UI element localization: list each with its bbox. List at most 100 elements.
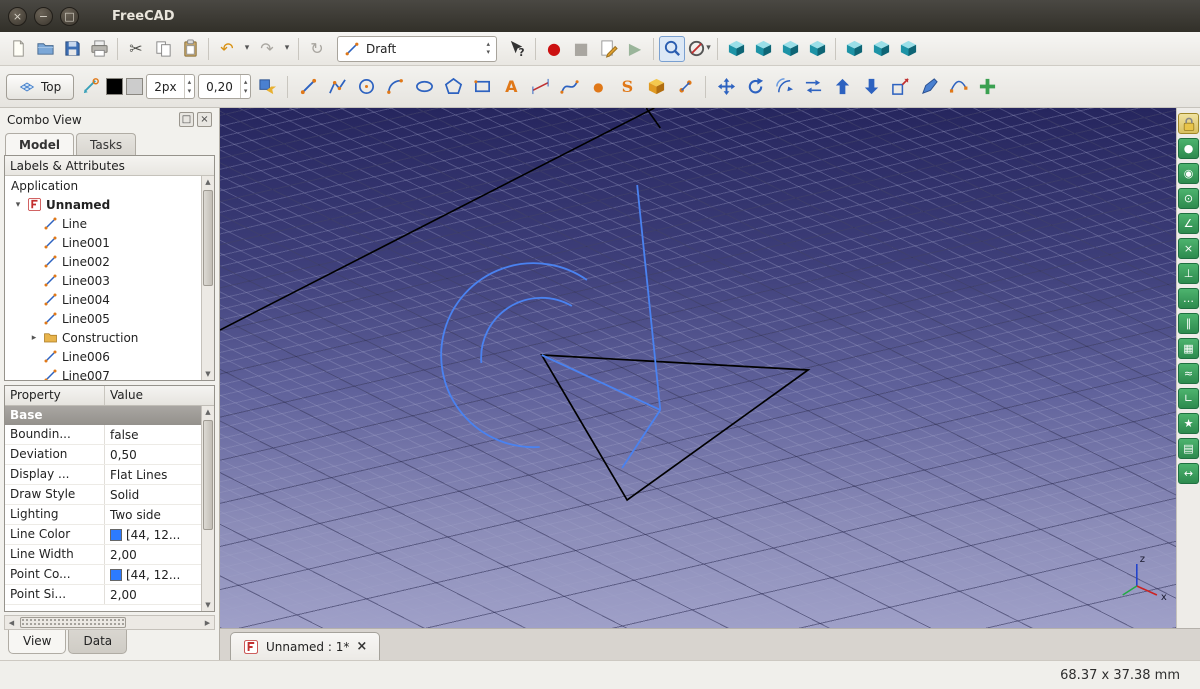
- document-tab[interactable]: Unnamed : 1* ×: [230, 632, 380, 660]
- draft-edit-button[interactable]: [916, 74, 942, 100]
- tree-item-line[interactable]: Line: [5, 214, 214, 233]
- snap-ortho-button[interactable]: ∟: [1178, 388, 1199, 409]
- tab-view[interactable]: View: [8, 630, 66, 654]
- snap-grid-button[interactable]: ▦: [1178, 338, 1199, 359]
- working-plane-button[interactable]: Top: [6, 74, 74, 100]
- snap-parallel-button[interactable]: ∥: [1178, 313, 1199, 334]
- save-button[interactable]: [59, 36, 85, 62]
- color-swatch[interactable]: [110, 529, 122, 541]
- sketch-line-lower[interactable]: [622, 410, 660, 468]
- snap-extension-button[interactable]: …: [1178, 288, 1199, 309]
- geometry-long-line[interactable]: [220, 108, 654, 330]
- draft-shapestring-button[interactable]: S: [614, 74, 640, 100]
- draft-trim-button[interactable]: [800, 74, 826, 100]
- color-swatch[interactable]: [110, 569, 122, 581]
- view-axonometric-button[interactable]: [723, 36, 749, 62]
- property-row[interactable]: Line Color[44, 12...: [5, 525, 214, 545]
- tree-item-line004[interactable]: Line004: [5, 290, 214, 309]
- scroll-down-icon[interactable]: ▼: [205, 368, 210, 380]
- view-bottom-button[interactable]: [868, 36, 894, 62]
- tab-data[interactable]: Data: [68, 630, 127, 654]
- window-minimize-button[interactable]: −: [34, 7, 53, 26]
- spinner-arrows[interactable]: ▴▾: [240, 75, 251, 98]
- tree-item-line001[interactable]: Line001: [5, 233, 214, 252]
- property-row[interactable]: Point Si...2,00: [5, 585, 214, 605]
- undo-dropdown-button[interactable]: ▾: [241, 36, 253, 62]
- property-value[interactable]: Two side: [105, 505, 214, 524]
- macro-edit-button[interactable]: [595, 36, 621, 62]
- property-vertical-scrollbar[interactable]: ▲ ▼: [201, 406, 214, 611]
- snap-special-button[interactable]: ★: [1178, 413, 1199, 434]
- property-value[interactable]: 2,00: [105, 585, 214, 604]
- scroll-up-icon[interactable]: ▲: [205, 176, 210, 188]
- snap-midpoint-button[interactable]: ◉: [1178, 163, 1199, 184]
- refresh-button[interactable]: ↻: [304, 36, 330, 62]
- redo-button[interactable]: ↷: [254, 36, 280, 62]
- property-group-base[interactable]: Base: [5, 406, 214, 425]
- cut-button[interactable]: ✂: [123, 36, 149, 62]
- sketch-arc-outer[interactable]: [441, 263, 587, 447]
- property-value[interactable]: false: [105, 425, 214, 444]
- tree-vertical-scrollbar[interactable]: ▲ ▼: [201, 176, 214, 380]
- draft-upgrade-button[interactable]: [829, 74, 855, 100]
- property-row[interactable]: Draw StyleSolid: [5, 485, 214, 505]
- sketch-line-vertical[interactable]: [637, 185, 660, 410]
- tab-tasks[interactable]: Tasks: [76, 133, 136, 155]
- undo-button[interactable]: ↶: [214, 36, 240, 62]
- collapse-arrow-icon[interactable]: ▸: [29, 333, 39, 343]
- print-button[interactable]: [86, 36, 112, 62]
- tree-item-application[interactable]: Application: [5, 176, 214, 195]
- draft-rotate-button[interactable]: [742, 74, 768, 100]
- draft-wire-to-bspline-button[interactable]: [945, 74, 971, 100]
- text-scale-spinner[interactable]: 0,20 ▴▾: [198, 74, 251, 99]
- line-color-swatch[interactable]: [106, 78, 123, 95]
- apply-style-button[interactable]: [254, 74, 280, 100]
- property-value[interactable]: Solid: [105, 485, 214, 504]
- geometry-short-line[interactable]: [646, 108, 660, 128]
- draft-wire-button[interactable]: [324, 74, 350, 100]
- property-row[interactable]: Point Co...[44, 12...: [5, 565, 214, 585]
- workbench-selector[interactable]: Draft ▴▾: [337, 36, 497, 62]
- whats-this-button[interactable]: [504, 36, 530, 62]
- property-value[interactable]: Flat Lines: [105, 465, 214, 484]
- view-left-button[interactable]: [895, 36, 921, 62]
- open-document-button[interactable]: [32, 36, 58, 62]
- construction-mode-toggle[interactable]: [77, 74, 103, 100]
- scroll-left-icon[interactable]: ◀: [5, 619, 18, 627]
- zoom-fit-button[interactable]: [659, 36, 685, 62]
- draft-scale-button[interactable]: [887, 74, 913, 100]
- tab-model[interactable]: Model: [5, 133, 74, 155]
- expand-arrow-icon[interactable]: ▾: [13, 200, 23, 210]
- snap-perpendicular-button[interactable]: ⊥: [1178, 263, 1199, 284]
- panel-close-button[interactable]: ×: [197, 112, 212, 127]
- new-document-button[interactable]: [5, 36, 31, 62]
- snap-near-button[interactable]: ≈: [1178, 363, 1199, 384]
- view-front-button[interactable]: [750, 36, 776, 62]
- snap-intersection-button[interactable]: ×: [1178, 238, 1199, 259]
- snap-lock-button[interactable]: [1178, 113, 1199, 134]
- redo-dropdown-button[interactable]: ▾: [281, 36, 293, 62]
- tree-item-line007[interactable]: Line007: [5, 366, 214, 381]
- tree-item-document[interactable]: ▾ Unnamed: [5, 195, 214, 214]
- draft-move-button[interactable]: [713, 74, 739, 100]
- line-width-spinner[interactable]: 2px ▴▾: [146, 74, 195, 99]
- draft-downgrade-button[interactable]: [858, 74, 884, 100]
- sketch-arc-inner[interactable]: [481, 298, 572, 363]
- snap-center-button[interactable]: ⊙: [1178, 188, 1199, 209]
- macro-play-button[interactable]: ▶: [622, 36, 648, 62]
- draft-circle-button[interactable]: [353, 74, 379, 100]
- property-row[interactable]: Deviation0,50: [5, 445, 214, 465]
- viewport-3d[interactable]: x z: [220, 108, 1176, 628]
- sketch-line-diagonal[interactable]: [542, 355, 661, 410]
- property-value[interactable]: 0,50: [105, 445, 214, 464]
- view-right-button[interactable]: [804, 36, 830, 62]
- property-value[interactable]: 2,00: [105, 545, 214, 564]
- snap-working-plane-button[interactable]: ▤: [1178, 438, 1199, 459]
- draft-clone-button[interactable]: [672, 74, 698, 100]
- property-row[interactable]: Display ...Flat Lines: [5, 465, 214, 485]
- snap-dimensions-button[interactable]: ↔: [1178, 463, 1199, 484]
- draft-rectangle-button[interactable]: [469, 74, 495, 100]
- panel-float-button[interactable]: □: [179, 112, 194, 127]
- draft-add-point-button[interactable]: [974, 74, 1000, 100]
- property-row[interactable]: LightingTwo side: [5, 505, 214, 525]
